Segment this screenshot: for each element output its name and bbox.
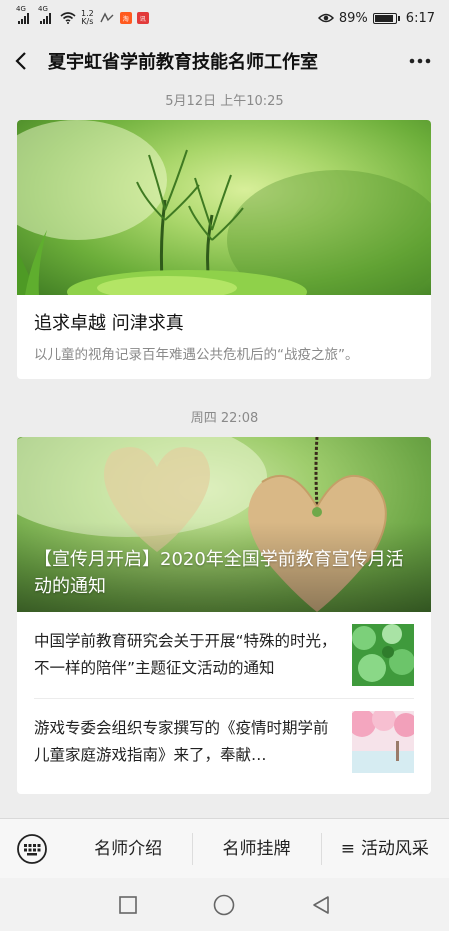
list-item-thumbnail [352, 624, 414, 686]
status-bar: 4G 4G 1.2 K/s 淘 讯 89% 6:17 [0, 0, 449, 36]
list-item-thumbnail [352, 710, 414, 773]
menu-activities[interactable]: ≡ 活动风采 [320, 819, 449, 879]
news-icon: 讯 [136, 12, 149, 24]
status-left: 4G 4G 1.2 K/s 淘 讯 [16, 5, 149, 26]
article-card[interactable]: 追求卓越 问津求真 以儿童的视角记录百年难遇公共危机后的“战疫之旅”。 [17, 120, 431, 379]
article-summary: 以儿童的视角记录百年难遇公共危机后的“战疫之旅”。 [34, 347, 359, 363]
keyboard-icon[interactable] [0, 833, 64, 865]
triangle-back-icon[interactable] [306, 890, 336, 920]
menu-teacher-plaque[interactable]: 名师挂牌 [192, 819, 320, 879]
square-icon[interactable] [113, 890, 143, 920]
battery-icon [372, 12, 400, 24]
article-title: 追求卓越 问津求真 [34, 313, 184, 334]
bottom-menu: 名师介绍 名师挂牌 ≡ 活动风采 [0, 818, 449, 878]
network-speed: 1.2 K/s [81, 9, 94, 26]
page-title: 夏宇虹省学前教育技能名师工作室 [48, 52, 318, 73]
signal-icon: 4G [16, 5, 29, 24]
message-timestamp: 5月12日 上午10:25 [165, 94, 284, 109]
signal-icon: 4G [38, 5, 51, 24]
list-item-title: 游戏专委会组织专家撰写的《疫情时期学前儿童家庭游戏指南》来了，奉献… [34, 718, 329, 764]
taobao-icon: 淘 [119, 12, 132, 24]
nav-bar: 夏宇虹省学前教育技能名师工作室 [0, 36, 449, 86]
clock: 6:17 [405, 10, 435, 26]
status-right: 89% 6:17 [317, 10, 435, 26]
system-nav-bar [0, 878, 449, 931]
app-notification-icon [100, 12, 114, 23]
more-dots-icon[interactable] [405, 46, 435, 76]
wifi-icon [60, 12, 76, 24]
list-item-title: 中国学前教育研究会关于开展“特殊的时光，不一样的陪伴”主题征文活动的通知 [34, 632, 337, 677]
article-group-card: 【宣传月开启】2020年全国学前教育宣传月活动的通知 中国学前教育研究会关于开展… [17, 437, 431, 794]
back-arrow-icon[interactable] [14, 46, 40, 76]
article-cover-image [17, 120, 431, 295]
headline-article[interactable]: 【宣传月开启】2020年全国学前教育宣传月活动的通知 [17, 437, 431, 612]
headline-title: 【宣传月开启】2020年全国学前教育宣传月活动的通知 [34, 549, 404, 597]
menu-list-icon: ≡ [340, 838, 355, 859]
menu-teacher-intro[interactable]: 名师介绍 [64, 819, 192, 879]
list-item[interactable]: 中国学前教育研究会关于开展“特殊的时光，不一样的陪伴”主题征文活动的通知 [17, 612, 431, 698]
message-timestamp: 周四 22:08 [190, 411, 259, 426]
eye-icon [317, 13, 334, 23]
list-item[interactable]: 游戏专委会组织专家撰写的《疫情时期学前儿童家庭游戏指南》来了，奉献… [34, 698, 414, 784]
battery-percent: 89% [338, 10, 368, 26]
circle-icon[interactable] [209, 890, 239, 920]
